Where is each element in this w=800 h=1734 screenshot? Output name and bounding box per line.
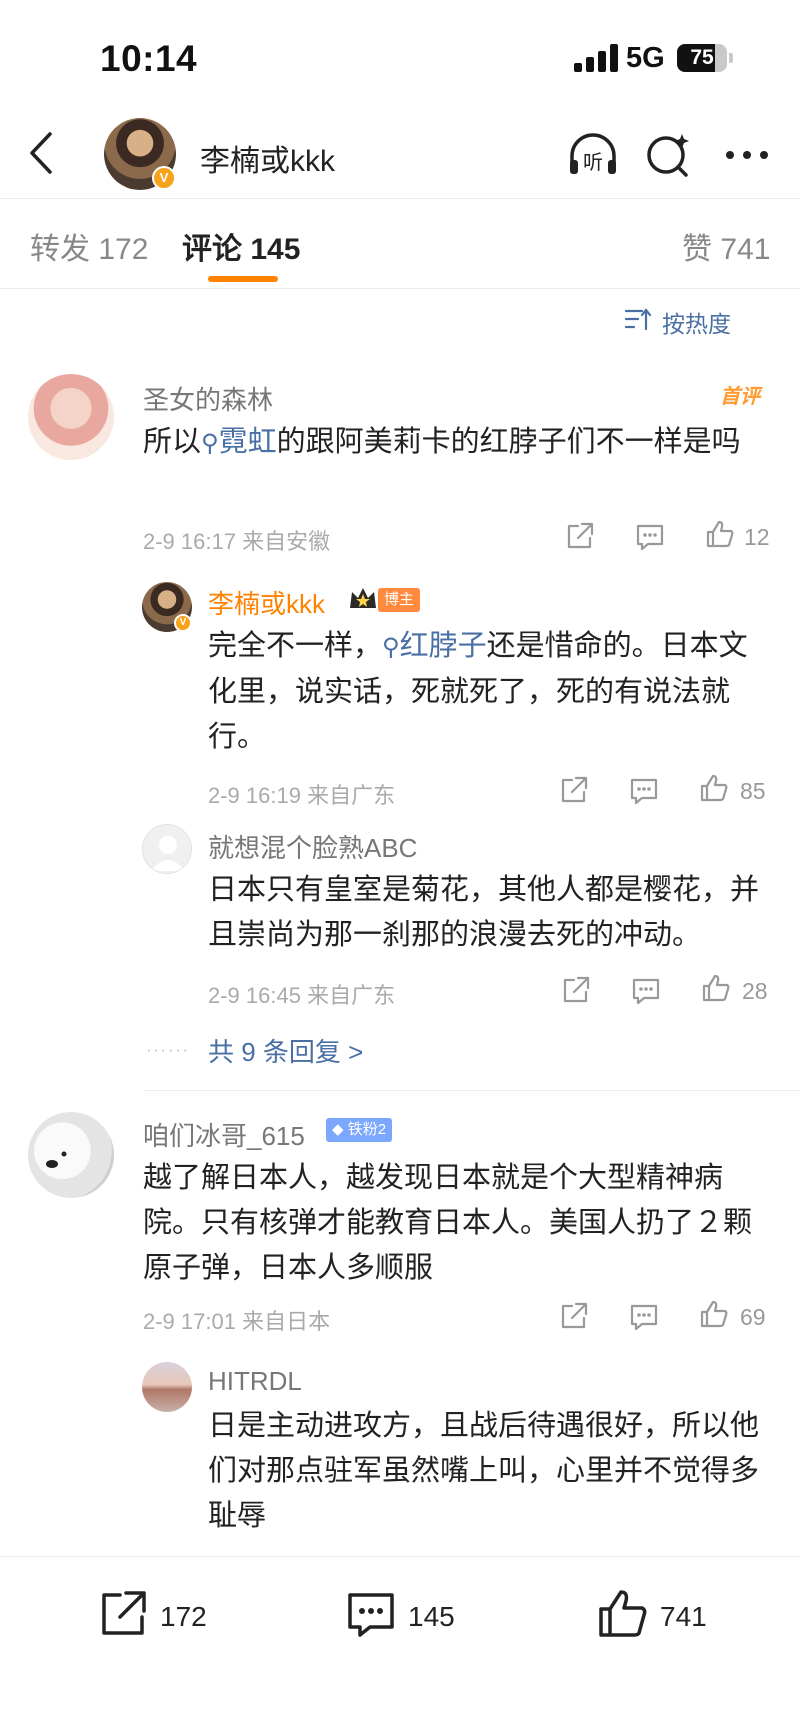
like-icon[interactable]	[704, 518, 736, 550]
topic-text: 红脖子	[399, 630, 487, 662]
sort-icon	[624, 308, 652, 331]
share-icon[interactable]	[564, 520, 596, 552]
topic-link[interactable]: ⚲霓虹	[201, 426, 277, 458]
listen-button[interactable]: 听	[566, 128, 620, 182]
reply-text: 日是主动进攻方，且战后待遇很好，所以他们对那点驻军虽然嘴上叫，心里并不觉得多耻辱	[208, 1410, 760, 1532]
search-icon: ⚲	[201, 430, 219, 457]
tab-bar: 转发 172 评论 145 赞 741	[0, 200, 800, 288]
comment-icon[interactable]	[630, 974, 662, 1006]
default-avatar-icon	[151, 836, 185, 871]
like-count: 85	[740, 778, 766, 804]
verified-badge-icon: V	[152, 166, 176, 190]
repost-count: 172	[160, 1601, 207, 1632]
comment-text: 所以⚲霓虹的跟阿美莉卡的红脖子们不一样是吗	[143, 420, 753, 466]
share-icon[interactable]	[560, 974, 592, 1006]
replier-name[interactable]: 李楠或kkk	[208, 584, 325, 621]
replier-name[interactable]: 就想混个脸熟ABC	[208, 828, 417, 865]
more-dots-icon	[726, 151, 768, 159]
nav-divider	[0, 198, 800, 199]
comment-text-post: 的跟阿美莉卡的红脖子们不一样是吗	[276, 426, 741, 458]
bottom-action-bar: 172 145 741	[0, 1556, 800, 1676]
comment-icon[interactable]	[628, 774, 660, 806]
comment-text-pre: 所以	[143, 426, 202, 458]
headphones-icon: 听	[570, 133, 616, 174]
battery-cap	[729, 53, 733, 63]
comment-text: 越了解日本人，越发现日本就是个大型精神病院。只有核弹才能教育日本人。美国人扔了２…	[143, 1162, 753, 1284]
verified-badge-icon: V	[174, 614, 192, 632]
reply-meta: 2-9 16:45 来自广东	[208, 983, 396, 1008]
comment-icon[interactable]	[628, 1300, 660, 1332]
more-replies-link[interactable]: 共 9 条回复 >	[208, 1032, 363, 1069]
reply-meta: 2-9 16:19 来自广东	[208, 783, 396, 808]
reply-text: 日本只有皇室是菊花，其他人都是樱花，并且崇尚为那一刹那的浪漫去死的冲动。	[208, 874, 760, 951]
commenter-name[interactable]: 咱们冰哥_615	[143, 1116, 305, 1153]
like-icon[interactable]	[700, 972, 732, 1004]
status-bar: 10:14 5G 75	[0, 0, 800, 110]
sort-label: 按热度	[662, 311, 731, 337]
tab-underline	[208, 276, 278, 282]
more-button[interactable]	[720, 128, 774, 182]
like-count: 28	[742, 978, 768, 1004]
comment-divider	[143, 1090, 800, 1091]
share-icon[interactable]	[558, 774, 590, 806]
battery-percent: 75	[690, 46, 714, 69]
replier-avatar[interactable]	[142, 1362, 192, 1412]
blogger-tag: 博主	[378, 588, 421, 612]
sort-button[interactable]: 按热度	[624, 305, 731, 339]
comment-icon	[348, 1593, 394, 1637]
share-icon	[102, 1591, 146, 1635]
like-icon[interactable]	[698, 1298, 730, 1330]
fan-tag: ◆ 铁粉2	[326, 1118, 393, 1142]
network-label: 5G	[626, 42, 665, 74]
search-button[interactable]	[642, 128, 696, 182]
like-count-total: 741	[660, 1601, 707, 1632]
like-icon[interactable]	[698, 772, 730, 804]
signal-icon	[574, 44, 618, 72]
crown-icon	[350, 588, 376, 608]
tab-comments[interactable]: 评论 145	[182, 224, 300, 268]
like-count: 12	[744, 524, 770, 550]
reply-text-pre: 完全不一样，	[208, 630, 383, 662]
fan-tag-label: 铁粉2	[347, 1121, 387, 1138]
like-icon	[599, 1590, 647, 1637]
comment-count: 145	[408, 1601, 455, 1632]
reply-text: 完全不一样，⚲红脖子还是惜命的。日本文化里，说实话，死就死了，死的有说法就行。	[208, 624, 768, 760]
tab-reposts[interactable]: 转发 172	[30, 224, 148, 268]
dog-avatar-icon	[46, 1151, 67, 1168]
listen-label: 听	[583, 150, 603, 174]
share-icon[interactable]	[558, 1300, 590, 1332]
more-dots: ······	[146, 1042, 190, 1059]
topic-text: 霓虹	[218, 426, 277, 458]
topic-link[interactable]: ⚲红脖子	[382, 630, 487, 662]
nav-bar: V 李楠或kkk 听	[0, 110, 800, 198]
like-count: 69	[740, 1304, 766, 1330]
back-button[interactable]	[18, 128, 68, 178]
back-arrow-icon	[30, 132, 52, 174]
tab-divider	[0, 288, 800, 289]
search-sparkle-icon	[647, 134, 689, 177]
commenter-name[interactable]: 圣女的森林	[143, 380, 273, 417]
status-time: 10:14	[100, 38, 198, 79]
replier-avatar[interactable]	[142, 824, 192, 874]
tab-likes[interactable]: 赞 741	[682, 224, 770, 268]
comment-icon[interactable]	[634, 520, 666, 552]
comment-meta: 2-9 16:17 来自安徽	[143, 529, 331, 554]
commenter-avatar[interactable]	[28, 1112, 114, 1198]
page-title: 李楠或kkk	[200, 145, 335, 178]
first-comment-badge: 首评	[720, 386, 760, 408]
replier-name[interactable]: HITRDL	[208, 1366, 302, 1397]
commenter-avatar[interactable]	[28, 374, 114, 460]
search-icon: ⚲	[382, 634, 400, 661]
battery-icon: 75	[677, 44, 727, 72]
comment-meta: 2-9 17:01 来自日本	[143, 1309, 331, 1334]
